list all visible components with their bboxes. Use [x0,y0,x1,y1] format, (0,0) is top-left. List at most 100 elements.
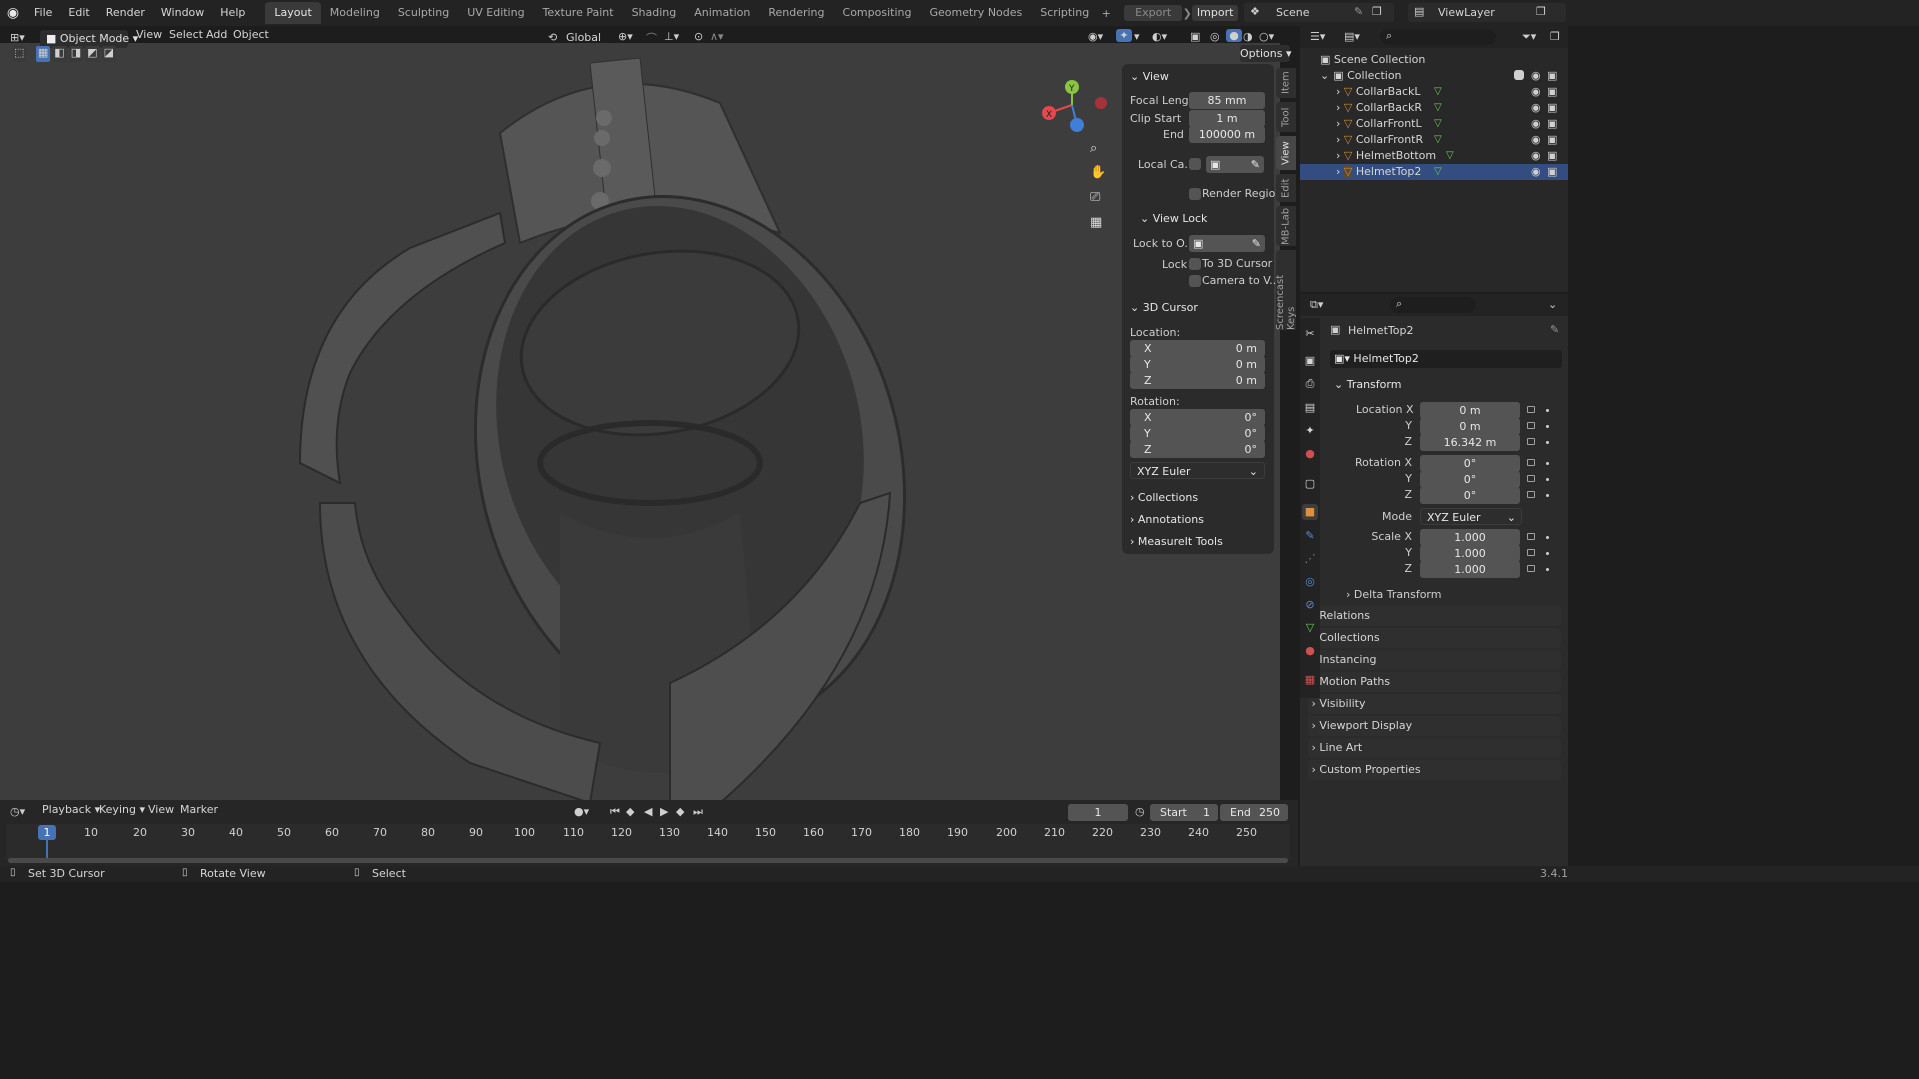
constraints-properties-icon[interactable]: ⊘ [1302,597,1318,613]
zoom-icon[interactable]: ⌕ [1090,141,1108,159]
object-name-field[interactable]: ▣▾ HelmetTop2 [1330,350,1562,368]
texture-properties-icon[interactable]: ▦ [1302,672,1318,688]
solid-shading-icon[interactable]: ● [1226,29,1242,42]
ortho-grid-icon[interactable]: ▦ [1090,215,1108,233]
outliner-row-collarbackl[interactable]: › ▽ CollarBackL ▽ ◉ ▣ [1300,84,1568,100]
render-camera-icon[interactable]: ▣ [1547,148,1557,164]
cursor-rotation-y[interactable]: Y 0° [1130,425,1265,442]
outliner-editor-icon[interactable]: ☰▾ [1310,30,1325,43]
custom-properties-section[interactable]: › Custom Properties [1308,760,1561,780]
rotation-z-field[interactable]: 0° [1420,487,1520,504]
output-properties-icon[interactable]: ⎙ [1302,376,1318,392]
rotation-x-field[interactable]: 0° [1420,455,1520,472]
display-mode-icon[interactable]: ▤▾ [1344,30,1360,43]
xray-icon[interactable]: ▣ [1190,30,1200,43]
keyframe-dot-icon[interactable] [1546,568,1549,571]
scale-z-field[interactable]: 1.000 [1420,561,1520,578]
lock-icon[interactable] [1527,438,1535,445]
scale-y-field[interactable]: 1.000 [1420,545,1520,562]
properties-search-input[interactable]: ⌕ [1390,297,1476,313]
outliner-row-collarfrontl[interactable]: › ▽ CollarFrontL ▽ ◉ ▣ [1300,116,1568,132]
cursor-section-header[interactable]: ⌄ 3D Cursor [1130,301,1198,314]
outliner-collection[interactable]: ⌄ ▣ Collection ◉ ▣ [1300,68,1568,84]
end-frame-field[interactable]: End 250 [1220,804,1288,821]
keyframe-dot-icon[interactable] [1546,441,1549,444]
navigation-gizmo[interactable]: X Y [1040,75,1110,145]
export-button[interactable]: Export [1124,5,1183,21]
tab-screencast-keys[interactable]: Screencast Keys [1275,250,1297,330]
wireframe-shading-icon[interactable]: ◎ [1210,30,1220,43]
motion-paths-section[interactable]: › Motion Paths [1308,672,1561,692]
eye-icon[interactable]: ◉ [1531,148,1541,164]
scene-selector[interactable]: ❖ Scene ✎ ❐ [1244,3,1394,22]
keyframe-dot-icon[interactable] [1546,409,1549,412]
next-keyframe-icon[interactable]: ◆ [676,805,684,818]
play-icon[interactable]: ▶ [660,805,668,818]
properties-editor-icon[interactable]: ⧉▾ [1310,298,1323,312]
tab-rendering[interactable]: Rendering [759,2,833,24]
gizmo-dropdown-icon[interactable]: ▾ [1134,30,1140,43]
mesh-data-icon[interactable]: ▽ [1434,132,1442,148]
local-camera-checkbox[interactable] [1189,158,1201,170]
cursor-location-x[interactable]: X 0 m [1130,340,1265,357]
playhead[interactable]: 1 [38,825,56,840]
tab-tool[interactable]: Tool [1276,102,1296,132]
lock-icon[interactable] [1527,406,1535,413]
expand-arrow-icon[interactable]: › [1336,85,1340,98]
select-intersect-icon[interactable]: ◪ [101,46,117,62]
timeline-editor-icon[interactable]: ◷▾ [10,805,25,818]
new-collection-icon[interactable]: ❐ [1550,30,1560,43]
expand-arrow-icon[interactable]: › [1336,117,1340,130]
object-data-properties-icon[interactable]: ▽ [1302,620,1318,636]
lock-icon[interactable] [1527,459,1535,466]
select-extend-icon[interactable]: ◧ [52,46,67,62]
outliner-search-input[interactable]: ⌕ [1380,29,1496,45]
render-camera-icon[interactable]: ▣ [1547,116,1557,132]
view-layer-properties-icon[interactable]: ▤ [1302,400,1318,416]
transform-section-header[interactable]: ⌄ Transform [1334,378,1401,391]
tab-layout[interactable]: Layout [265,2,321,24]
delta-transform-header[interactable]: › Delta Transform [1346,588,1441,601]
menu-edit[interactable]: Edit [60,0,97,26]
play-reverse-icon[interactable]: ◀ [644,805,652,818]
tool-settings-icon[interactable]: ✂ [1302,326,1318,342]
lock-icon[interactable] [1527,533,1535,540]
material-shading-icon[interactable]: ◑ [1243,30,1253,43]
render-camera-icon[interactable]: ▣ [1547,100,1557,116]
lock-icon[interactable] [1527,491,1535,498]
tab-mb-lab[interactable]: MB-Lab [1276,206,1296,246]
scale-x-field[interactable]: 1.000 [1420,529,1520,546]
render-camera-icon[interactable]: ▣ [1547,132,1557,148]
location-z-field[interactable]: 16.342 m [1420,434,1520,451]
proportional-edit-icon[interactable]: ⊙ [694,30,703,43]
axis-gizmo-icon[interactable]: X Y [1040,75,1110,145]
pivot-icon[interactable]: ⊕▾ [618,30,633,43]
tab-modeling[interactable]: Modeling [321,2,389,24]
jump-end-icon[interactable]: ⏭ [693,805,703,819]
measureit-section-header[interactable]: › MeasureIt Tools [1130,535,1223,548]
outliner-scene-collection[interactable]: ▣ Scene Collection [1300,52,1568,68]
blender-logo-icon[interactable]: ◉ [0,5,26,21]
tab-scripting[interactable]: Scripting [1031,2,1098,24]
outliner-row-helmetbottom[interactable]: › ▽ HelmetBottom ▽ ◉ ▣ [1300,148,1568,164]
cursor-rotation-z[interactable]: Z 0° [1130,441,1265,458]
snap-icon[interactable]: ⌒ [646,30,657,46]
import-button[interactable]: Import [1192,5,1239,21]
cursor-rotation-x[interactable]: X 0° [1130,409,1265,426]
editor-type-icon[interactable]: ⊞▾ [10,31,25,44]
expand-arrow-icon[interactable]: › [1336,165,1340,178]
material-properties-icon[interactable]: ● [1302,643,1318,659]
prev-keyframe-icon[interactable]: ◆ [626,805,634,818]
render-camera-icon[interactable]: ▣ [1547,84,1557,100]
tab-texture-paint[interactable]: Texture Paint [534,2,623,24]
collection-camera-icon[interactable]: ▣ [1547,68,1557,84]
pan-hand-icon[interactable]: ✋ [1090,165,1108,183]
rendered-shading-icon[interactable]: ○▾ [1259,30,1274,43]
eye-icon[interactable]: ◉ [1531,84,1541,100]
3d-viewport[interactable]: X Y ⌕ ✋ ⎚ ▦ [0,43,1280,800]
particles-properties-icon[interactable]: ⋰ [1302,551,1318,567]
outliner-row-collarbackr[interactable]: › ▽ CollarBackR ▽ ◉ ▣ [1300,100,1568,116]
render-region-checkbox[interactable] [1189,188,1201,200]
keyframe-dot-icon[interactable] [1546,494,1549,497]
start-frame-field[interactable]: Start 1 [1150,804,1218,821]
